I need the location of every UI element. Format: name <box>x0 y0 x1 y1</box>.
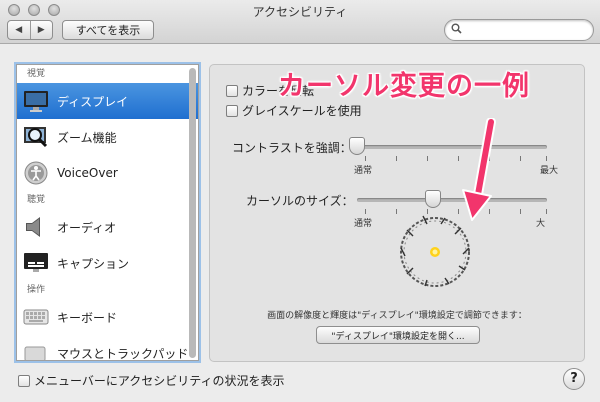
speaker-icon <box>23 214 49 240</box>
open-display-prefs-button[interactable]: "ディスプレイ"環境設定を開く... <box>316 326 480 344</box>
help-button[interactable]: ? <box>563 368 585 390</box>
voiceover-icon <box>23 160 49 186</box>
cursor-max-label: 大 <box>536 219 546 229</box>
search-icon <box>451 23 462 37</box>
grayscale-option[interactable]: グレイスケールを使用 <box>226 102 362 119</box>
cursor-size-slider-track[interactable] <box>357 198 547 202</box>
title-bar: アクセシビリティ ◀ ▶ すべてを表示 <box>0 0 600 44</box>
menu-bar-status-label: メニューバーにアクセシビリティの状況を表示 <box>34 374 285 388</box>
cursor-min-label: 通常 <box>354 219 373 229</box>
back-forward-control: ◀ ▶ <box>7 20 53 40</box>
contrast-slider-knob[interactable] <box>349 137 365 155</box>
category-sidebar: 視覚 ディスプレイ ズーム機能 VoiceOver 聴覚 オーディオ キャプショ… <box>16 64 199 361</box>
sidebar-item-keyboard[interactable]: キーボード <box>17 299 198 335</box>
show-all-button[interactable]: すべてを表示 <box>62 20 154 40</box>
sidebar-item-label: キーボード <box>57 310 118 325</box>
section-interaction: 操作 <box>27 285 46 295</box>
sidebar-item-label: キャプション <box>57 256 130 271</box>
forward-button[interactable]: ▶ <box>29 21 53 39</box>
sidebar-scrollbar[interactable] <box>189 68 196 358</box>
sidebar-item-label: マウスとトラックパッド <box>57 346 189 361</box>
keyboard-icon <box>23 304 49 330</box>
window-title: アクセシビリティ <box>252 5 348 19</box>
sidebar-item-label: ズーム機能 <box>57 130 117 145</box>
sidebar-item-zoom[interactable]: ズーム機能 <box>17 119 198 155</box>
sidebar-item-label: VoiceOver <box>57 166 118 180</box>
sidebar-item-label: オーディオ <box>57 220 117 235</box>
sidebar-item-display[interactable]: ディスプレイ <box>17 83 198 119</box>
menu-bar-status-checkbox[interactable] <box>18 374 30 387</box>
sidebar-item-label: ディスプレイ <box>57 94 129 109</box>
caption-icon <box>23 250 49 276</box>
search-field[interactable] <box>444 19 594 41</box>
contrast-min-label: 通常 <box>354 166 373 176</box>
sidebar-item-audio[interactable]: オーディオ <box>17 209 198 245</box>
cursor-size-slider-knob[interactable] <box>425 190 441 208</box>
display-settings-panel: カラーを反転 グレイスケールを使用 コントラストを強調： 通常 最大 カーソルの… <box>209 64 585 362</box>
mouse-icon <box>23 340 49 360</box>
grayscale-checkbox[interactable] <box>226 104 238 117</box>
accessibility-window: アクセシビリティ ◀ ▶ すべてを表示 視覚 ディスプレイ ズーム機能 Voic… <box>0 0 600 402</box>
sidebar-item-mouse-trackpad[interactable]: マウスとトラックパッド <box>17 335 198 361</box>
contrast-slider-track[interactable] <box>357 145 547 149</box>
invert-colors-checkbox[interactable] <box>226 84 238 97</box>
sidebar-item-captions[interactable]: キャプション <box>17 245 198 281</box>
menu-bar-status-option[interactable]: メニューバーにアクセシビリティの状況を表示 <box>18 372 285 389</box>
sidebar-item-voiceover[interactable]: VoiceOver <box>17 155 198 191</box>
grayscale-label: グレイスケールを使用 <box>242 104 362 118</box>
section-hearing: 聴覚 <box>27 195 46 205</box>
cursor-size-label: カーソルのサイズ： <box>246 194 354 208</box>
display-settings-note: 画面の解像度と輝度は"ディスプレイ"環境設定で調節できます： <box>267 311 527 321</box>
back-button[interactable]: ◀ <box>8 21 30 39</box>
annotation-caption: カーソル変更の一例 <box>278 71 530 102</box>
contrast-label: コントラストを強調： <box>232 141 352 155</box>
annotation-arrow-icon <box>462 118 496 221</box>
contrast-max-label: 最大 <box>540 166 559 176</box>
zoom-icon <box>23 124 49 150</box>
display-icon <box>23 88 49 114</box>
section-vision: 視覚 <box>27 69 46 79</box>
